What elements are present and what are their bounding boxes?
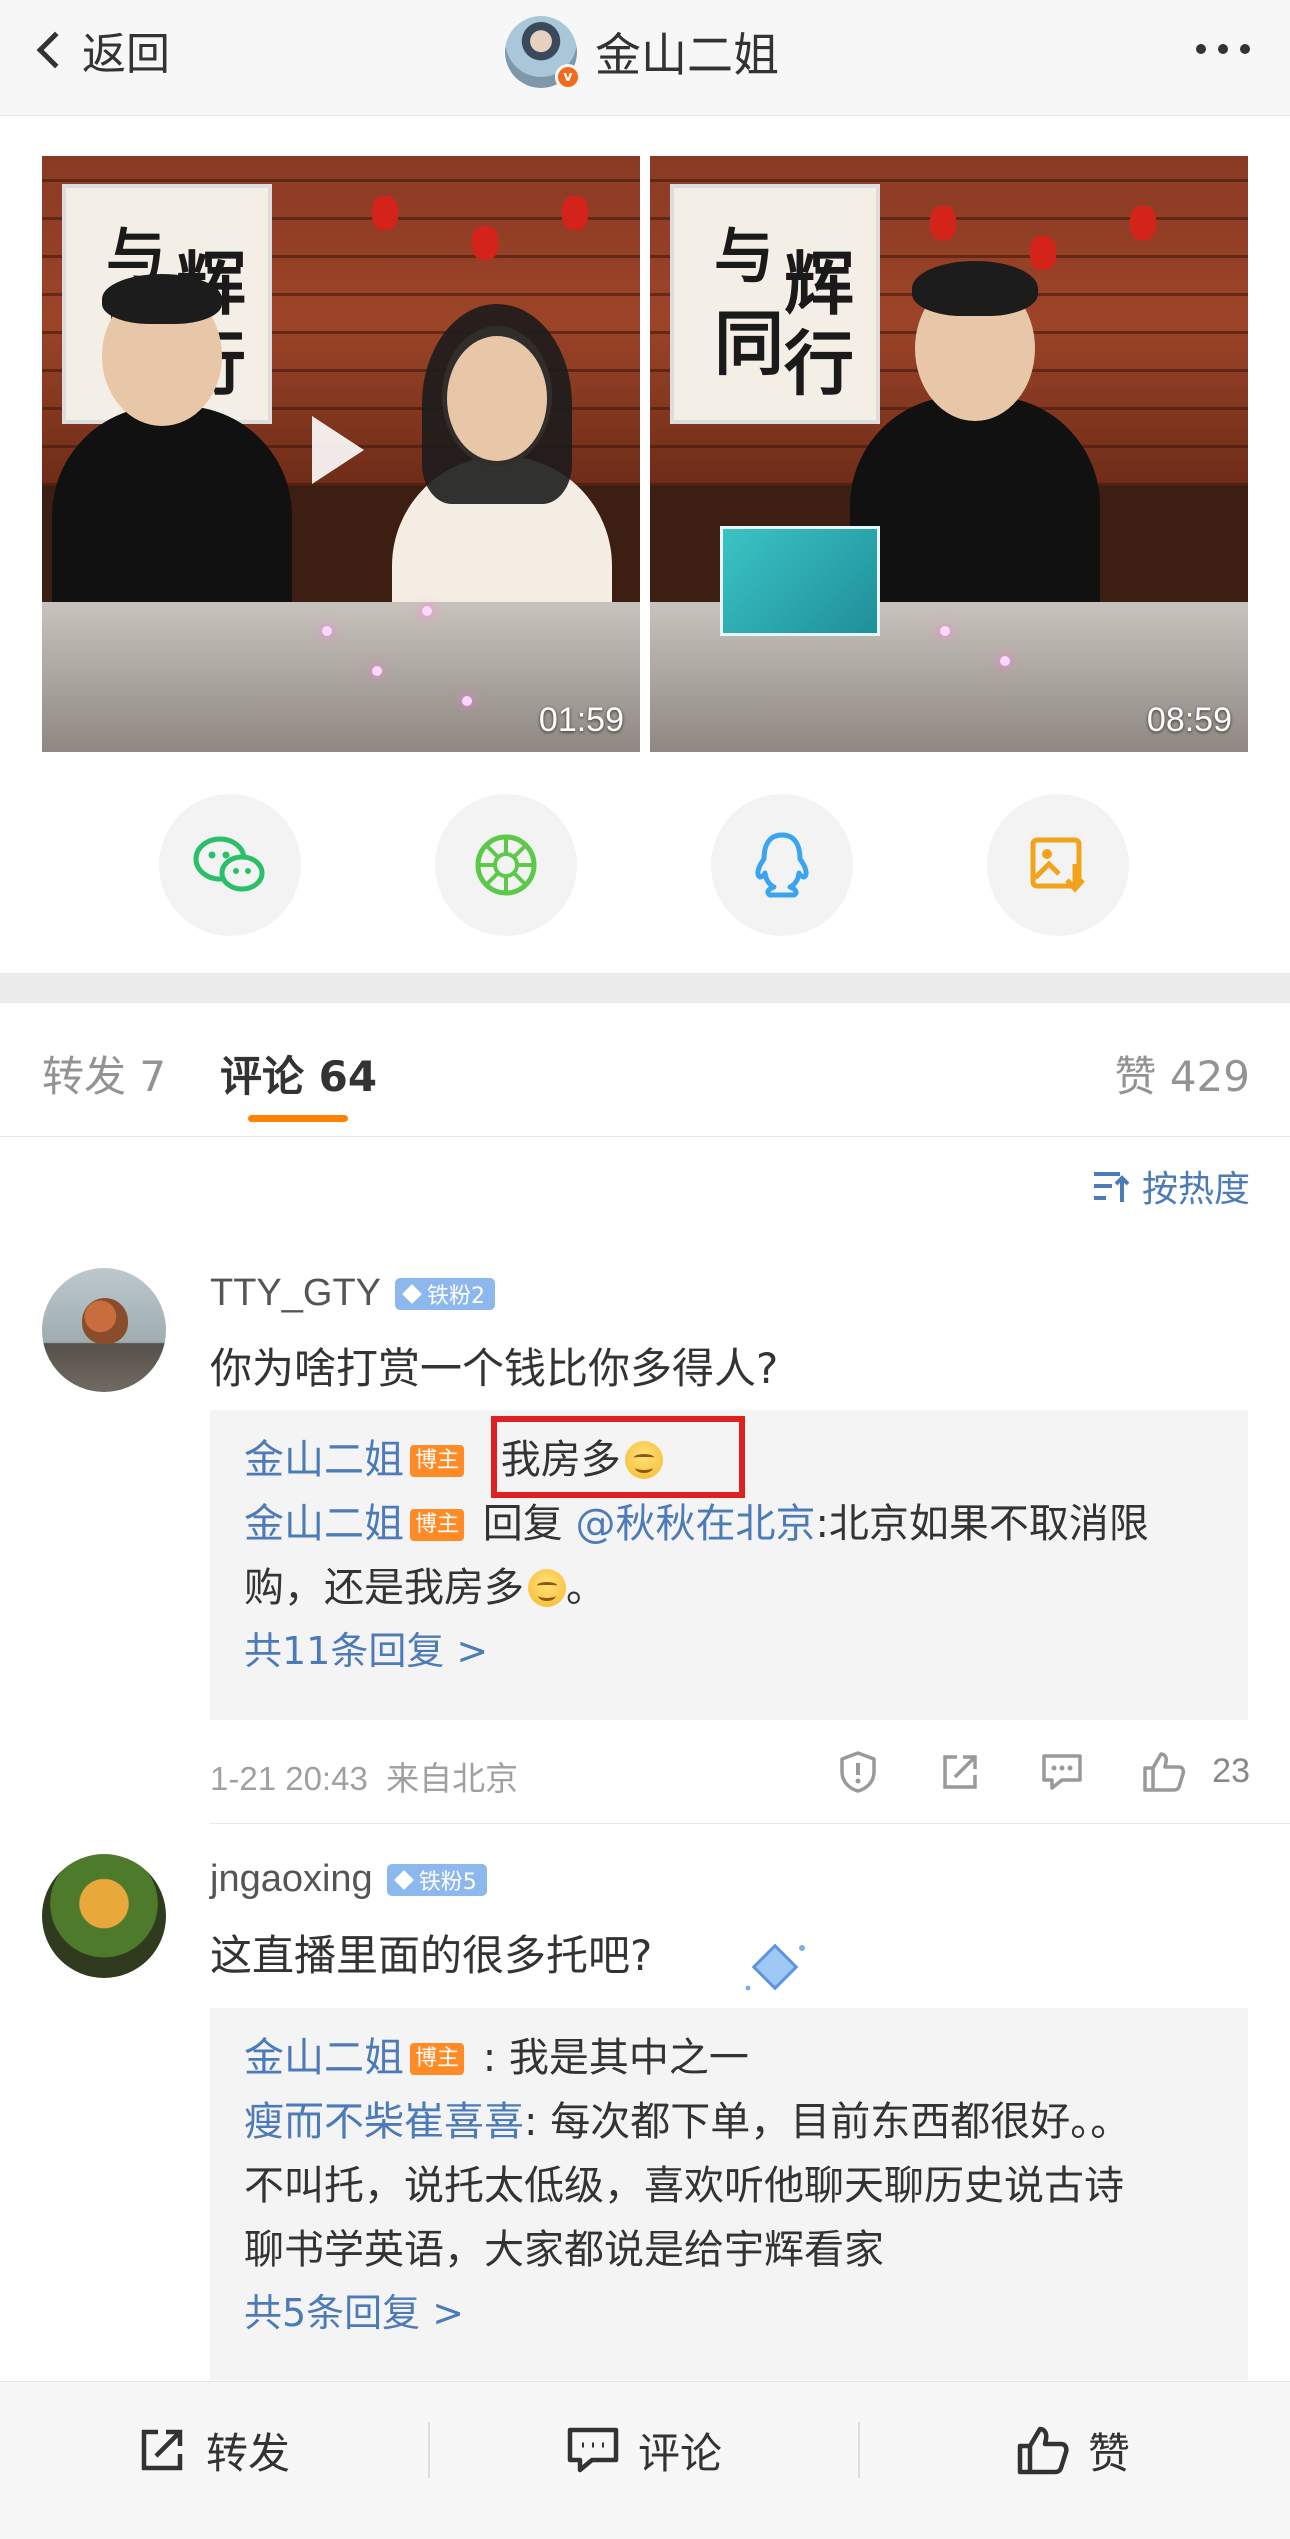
comment-icon	[567, 2427, 619, 2473]
author-badge: 博主	[410, 2043, 465, 2075]
share-moments-button[interactable]	[435, 794, 577, 936]
comment-button[interactable]: 评论	[566, 2382, 722, 2518]
thumbs-up-icon	[1143, 1752, 1186, 1792]
share-icon	[141, 2429, 183, 2471]
avatar[interactable]	[42, 1854, 166, 1978]
author-badge: 博主	[410, 1445, 465, 1477]
tab-bar: 转发 7 评论 64 赞 429	[0, 1003, 1290, 1137]
smile-emoji-icon	[528, 1569, 566, 1607]
reply-user[interactable]: 金山二姐	[244, 1501, 404, 1547]
verified-icon: v	[555, 64, 581, 90]
reply-user[interactable]: 瘦而不柴崔喜喜	[244, 2099, 524, 2145]
reply-item-continued: 购，还是我房多。	[244, 1565, 606, 1611]
comment-label: 评论	[638, 2428, 723, 2478]
reply-item: 金山二姐 博主 回复 @秋秋在北京:北京如果不取消限	[244, 1492, 1214, 1556]
qq-icon	[755, 832, 809, 898]
share-qq-button[interactable]	[711, 794, 853, 936]
fan-badge: 铁粉2	[395, 1277, 496, 1310]
author-avatar[interactable]: v	[505, 16, 581, 90]
repost-label: 转发	[206, 2428, 291, 2478]
comment-divider	[210, 1823, 1290, 1824]
reply-text: :北京如果不取消限	[815, 1501, 1149, 1547]
reply-box[interactable]: 金山二姐 博主 : 我是其中之一 瘦而不柴崔喜喜: 每次都下单，目前东西都很好。。…	[210, 2008, 1248, 2380]
back-label: 返回	[82, 29, 170, 80]
author-name[interactable]: 金山二姐	[595, 19, 779, 85]
reply-item: 金山二姐 博主 : 我是其中之一	[244, 2026, 1214, 2090]
tab-likes[interactable]: 赞 429	[1114, 1043, 1250, 1104]
comment-user[interactable]: TTY_GTY 铁粉2	[210, 1272, 496, 1315]
reply-item: 瘦而不柴崔喜喜: 每次都下单，目前东西都很好。。	[244, 2090, 1214, 2154]
more-replies-link[interactable]: 共11条回复 >	[244, 1620, 1214, 1682]
share-icon	[943, 1755, 977, 1789]
save-image-button[interactable]	[987, 794, 1129, 936]
thumbs-up-icon	[1017, 2426, 1069, 2475]
author-badge: 博主	[410, 1509, 465, 1541]
video-thumbnail[interactable]: 与 辉 同 行 01:59	[42, 156, 640, 752]
mention-link[interactable]: @秋秋在北京	[575, 1501, 815, 1547]
author-header[interactable]: v 金山二姐	[505, 14, 779, 90]
video-frame: 与 辉 同 行 01:59	[42, 156, 640, 752]
like-label: 赞	[1088, 2428, 1131, 2478]
reply-text: : 我是其中之一	[470, 2035, 749, 2081]
chevron-left-icon	[36, 31, 74, 69]
video-duration: 08:59	[1146, 701, 1232, 739]
avatar[interactable]	[42, 1268, 166, 1392]
reply-user[interactable]: 金山二姐	[244, 1437, 404, 1483]
share-comment-button[interactable]	[936, 1748, 984, 1796]
diamond-sticker-icon	[745, 1943, 805, 1991]
comment-username[interactable]: TTY_GTY	[210, 1272, 381, 1315]
video-thumbnail[interactable]: 与 辉 同 行 08:59	[650, 156, 1248, 752]
sort-icon	[1093, 1172, 1130, 1202]
reply-text: : 每次都下单，目前东西都很好。。	[524, 2099, 1131, 2145]
tab-comments[interactable]: 评论 64	[220, 1043, 377, 1104]
bottom-action-bar: 转发 评论 赞	[0, 2381, 1290, 2539]
more-icon[interactable]	[1196, 44, 1250, 54]
comment-user[interactable]: jngaoxing 铁粉5	[210, 1858, 487, 1901]
shield-alert-icon	[840, 1751, 876, 1793]
wechat-icon	[193, 836, 265, 892]
diamond-icon	[393, 1869, 414, 1890]
save-image-icon	[1030, 837, 1085, 893]
active-tab-indicator	[248, 1115, 348, 1122]
comment-time: 1-21 20:43 来自北京	[210, 1760, 519, 1797]
back-button[interactable]: 返回	[34, 20, 170, 80]
sort-button[interactable]: 按热度	[1090, 1160, 1250, 1212]
moments-icon	[475, 834, 537, 896]
highlight-annotation	[491, 1416, 745, 1498]
tab-repost[interactable]: 转发 7	[42, 1043, 166, 1104]
fan-badge: 铁粉5	[386, 1863, 487, 1896]
video-frame: 与 辉 同 行 08:59	[650, 156, 1248, 752]
play-icon[interactable]	[312, 416, 364, 484]
comment-username[interactable]: jngaoxing	[210, 1858, 373, 1901]
diamond-icon	[402, 1283, 422, 1304]
reply-comment-button[interactable]	[1038, 1748, 1086, 1796]
report-button[interactable]	[834, 1748, 882, 1796]
like-comment-button[interactable]	[1140, 1748, 1188, 1796]
repost-button[interactable]: 转发	[136, 2382, 290, 2518]
comment-text: 你为啥打赏一个钱比你多得人?	[210, 1344, 779, 1393]
comment-meta: 1-21 20:43 来自北京 23	[210, 1748, 1250, 1798]
like-count: 23	[1212, 1752, 1250, 1790]
more-replies-link[interactable]: 共5条回复 >	[244, 2282, 1214, 2344]
reply-user[interactable]: 金山二姐	[244, 2035, 404, 2081]
comment-text: 这直播里面的很多托吧?	[210, 1931, 653, 1980]
like-button[interactable]: 赞	[1016, 2382, 1130, 2518]
share-wechat-button[interactable]	[159, 794, 301, 936]
reply-prefix: 回复	[482, 1501, 563, 1547]
sort-label: 按热度	[1141, 1169, 1250, 1210]
reply-item-continued: 聊书学英语，大家都说是给宇辉看家	[244, 2227, 884, 2273]
section-divider	[0, 973, 1290, 1003]
comment-icon	[1042, 1754, 1082, 1790]
nav-bar: 返回 v 金山二姐	[0, 0, 1290, 116]
reply-item-continued: 不叫托，说托太低级，喜欢听他聊天聊历史说古诗	[244, 2163, 1124, 2209]
video-duration: 01:59	[538, 701, 624, 739]
